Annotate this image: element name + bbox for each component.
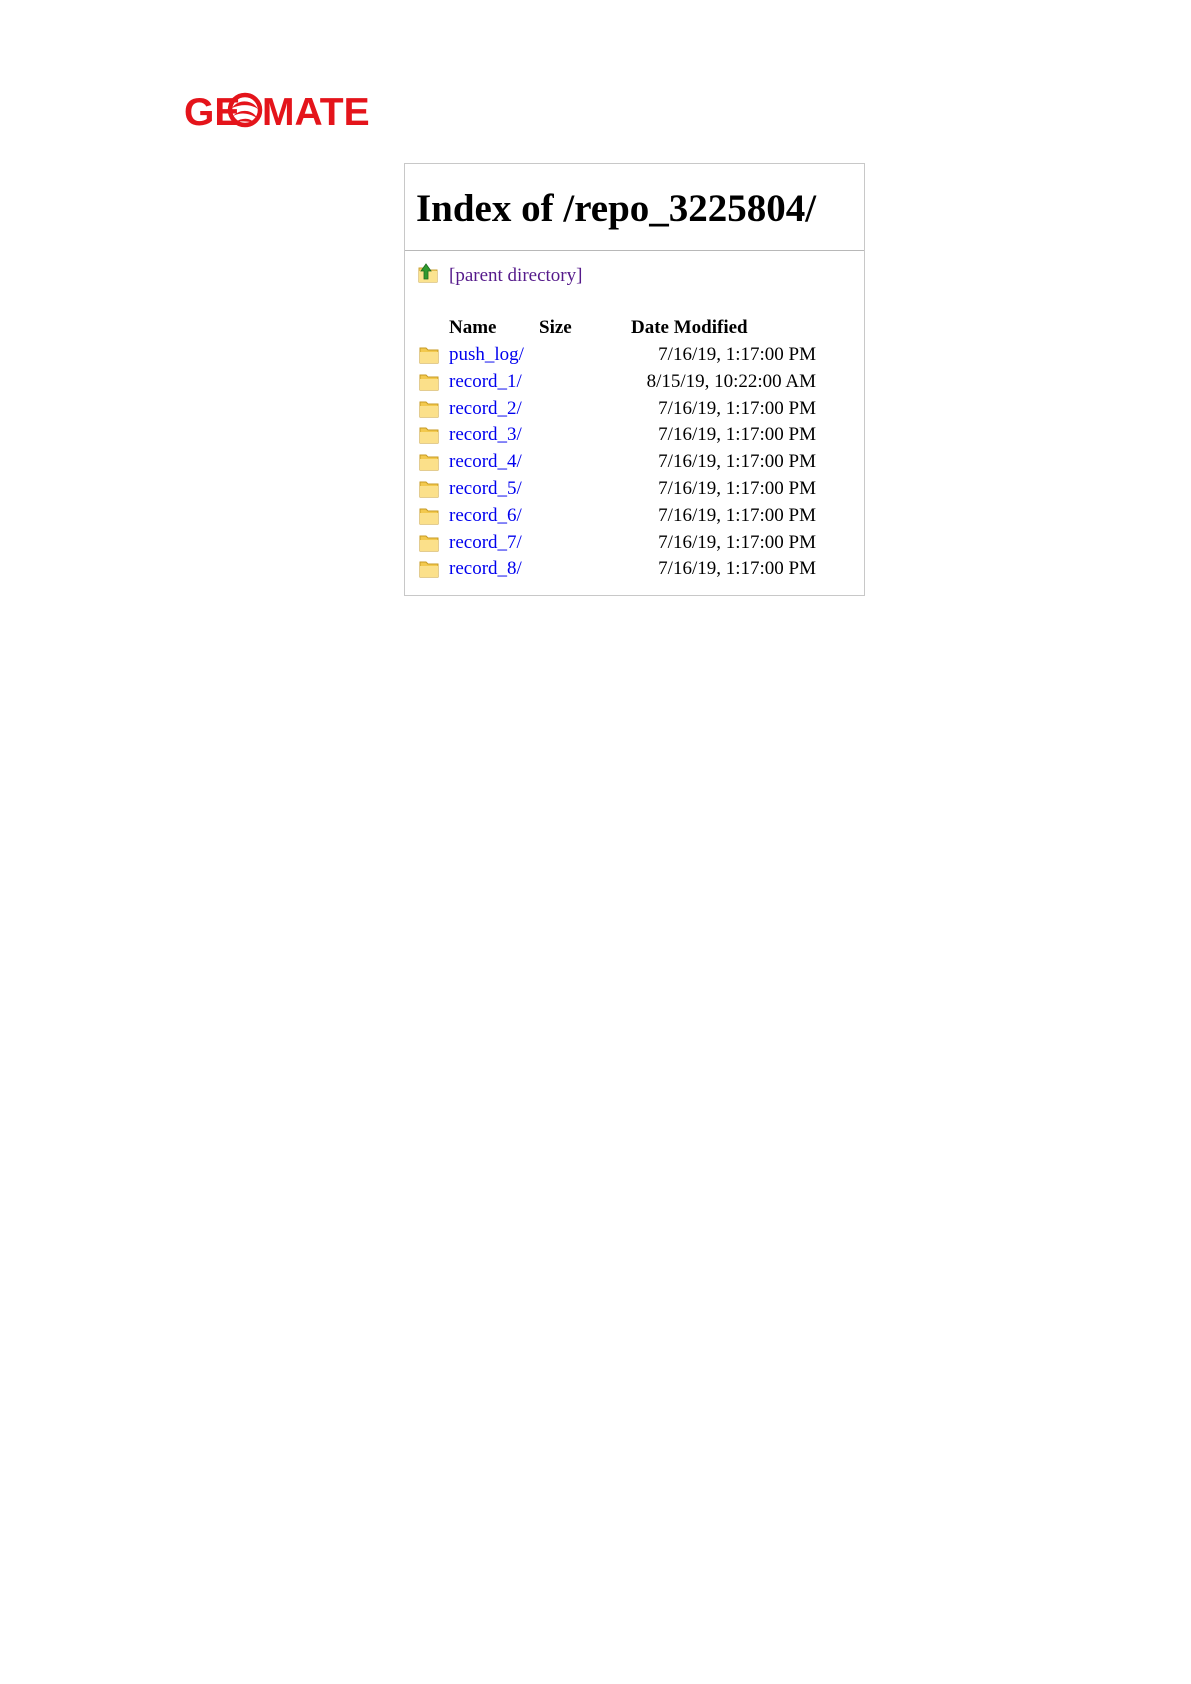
folder-icon	[419, 345, 439, 370]
folder-link[interactable]: record_8/	[449, 558, 522, 580]
folder-icon	[419, 559, 439, 584]
parent-directory-row	[417, 262, 439, 289]
list-item: record_6/ 7/16/19, 1:17:00 PM	[405, 503, 864, 530]
folder-link[interactable]: record_5/	[449, 478, 522, 500]
folder-link[interactable]: push_log/	[449, 344, 524, 366]
folder-icon	[419, 452, 439, 477]
folder-icon	[419, 425, 439, 450]
up-arrow-folder-icon[interactable]	[417, 262, 439, 289]
list-item: record_2/ 7/16/19, 1:17:00 PM	[405, 396, 864, 423]
date-modified: 8/15/19, 10:22:00 AM	[646, 370, 816, 392]
folder-link[interactable]: record_2/	[449, 398, 522, 420]
list-item: record_4/ 7/16/19, 1:17:00 PM	[405, 449, 864, 476]
list-item: record_7/ 7/16/19, 1:17:00 PM	[405, 530, 864, 557]
title-divider	[405, 250, 864, 251]
logo-graphic: GE MATE	[184, 91, 370, 134]
folder-icon	[419, 506, 439, 531]
date-modified: 7/16/19, 1:17:00 PM	[658, 477, 816, 499]
svg-text:MATE: MATE	[262, 91, 370, 130]
list-item: push_log/ 7/16/19, 1:17:00 PM	[405, 342, 864, 369]
parent-directory-link[interactable]: [parent directory]	[449, 265, 582, 287]
list-item: record_8/ 7/16/19, 1:17:00 PM	[405, 556, 864, 583]
folder-icon	[419, 399, 439, 424]
list-item: record_1/ 8/15/19, 10:22:00 AM	[405, 369, 864, 396]
folder-link[interactable]: record_3/	[449, 424, 522, 446]
column-header-size[interactable]: Size	[539, 317, 572, 339]
directory-listing-screenshot: Index of /repo_3225804/ [parent director…	[404, 163, 865, 596]
date-modified: 7/16/19, 1:17:00 PM	[658, 558, 816, 580]
date-modified: 7/16/19, 1:17:00 PM	[658, 504, 816, 526]
folder-link[interactable]: record_6/	[449, 505, 522, 527]
folder-link[interactable]: record_4/	[449, 451, 522, 473]
geomate-logo: GE MATE	[184, 90, 384, 134]
date-modified: 7/16/19, 1:17:00 PM	[658, 344, 816, 365]
page-title: Index of /repo_3225804/	[416, 187, 817, 230]
date-modified: 7/16/19, 1:17:00 PM	[658, 531, 816, 553]
column-header-date-modified[interactable]: Date Modified	[631, 317, 748, 339]
date-modified: 7/16/19, 1:17:00 PM	[658, 397, 816, 419]
date-modified: 7/16/19, 1:17:00 PM	[658, 424, 816, 446]
document-page: GE MATE Index of /repo_3225804/ [parent	[0, 0, 1191, 1684]
date-modified: 7/16/19, 1:17:00 PM	[658, 451, 816, 473]
folder-icon	[419, 533, 439, 558]
list-item: record_5/ 7/16/19, 1:17:00 PM	[405, 476, 864, 503]
list-item: record_3/ 7/16/19, 1:17:00 PM	[405, 422, 864, 449]
folder-icon	[419, 372, 439, 397]
file-list: push_log/ 7/16/19, 1:17:00 PM record_1/ …	[405, 342, 864, 583]
folder-icon	[419, 479, 439, 504]
column-header-name[interactable]: Name	[449, 317, 496, 339]
folder-link[interactable]: record_1/	[449, 371, 522, 393]
folder-link[interactable]: record_7/	[449, 532, 522, 554]
